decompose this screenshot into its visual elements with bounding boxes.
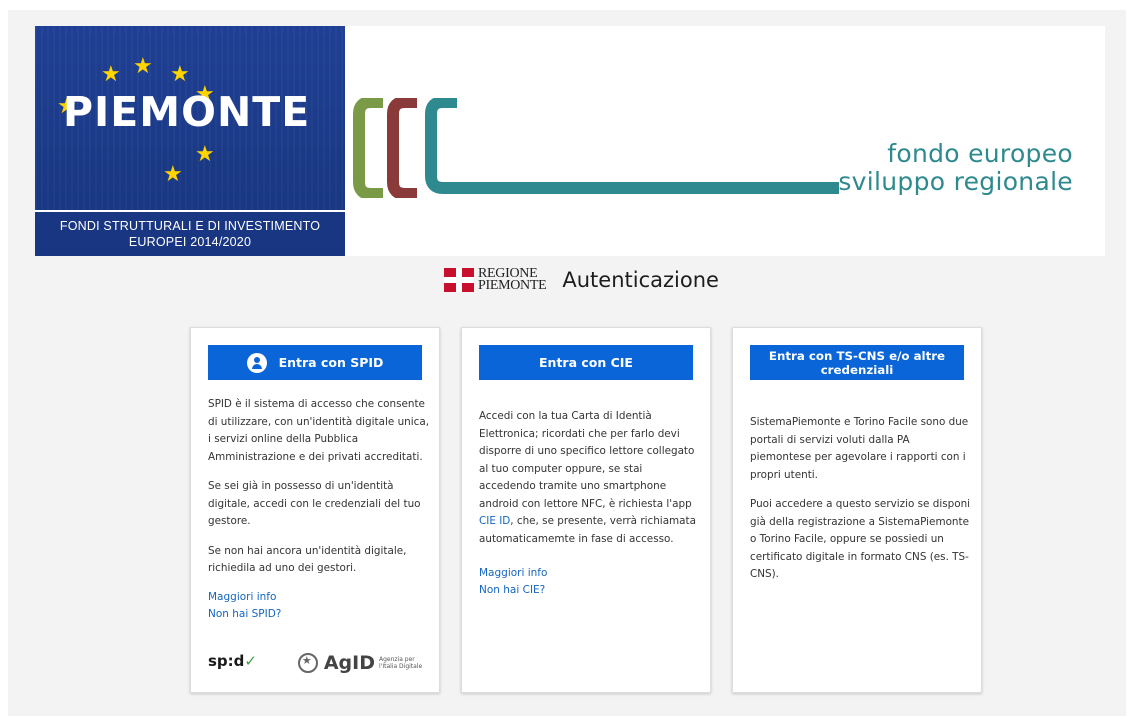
spid-card: Entra con SPID SPID è il sistema di acce… bbox=[190, 327, 440, 693]
star-icon: ★ bbox=[163, 162, 183, 187]
spid-links: Maggiori info Non hai SPID? bbox=[208, 589, 281, 623]
spid-paragraph-1: SPID è il sistema di accesso che consent… bbox=[208, 398, 430, 463]
cie-button-label: Entra con CIE bbox=[539, 355, 633, 370]
spid-button-label: Entra con SPID bbox=[278, 355, 384, 370]
cie-no-cie-link[interactable]: Non hai CIE? bbox=[479, 582, 547, 599]
tscns-paragraph-2: Puoi accedere a questo servizio se dispo… bbox=[750, 498, 971, 580]
user-icon bbox=[246, 352, 267, 373]
agid-wordmark: AgID bbox=[323, 652, 375, 674]
cie-text-before: Accedi con la tua Carta di Identià Elett… bbox=[479, 410, 695, 510]
agid-subtitle: Agenzia per l'Italia Digitale bbox=[379, 656, 423, 670]
fesr-logo-mark bbox=[353, 98, 839, 198]
tscns-button-label: Entra con TS-CNS e/o altre credenziali bbox=[768, 348, 946, 377]
title-row: REGIONE PIEMONTE Autenticazione bbox=[444, 263, 719, 297]
cie-description: Accedi con la tua Carta di Identià Elett… bbox=[479, 408, 701, 560]
check-icon: ✓ bbox=[244, 652, 257, 670]
star-icon: ★ bbox=[133, 54, 153, 79]
cie-paragraph-1: Accedi con la tua Carta di Identià Elett… bbox=[479, 408, 701, 548]
regione-line-2: PIEMONTE bbox=[478, 278, 547, 293]
fondi-line-1: FONDI STRUTTURALI E DI INVESTIMENTO bbox=[59, 219, 321, 233]
piemonte-fesr-logo: ★ ★ ★ ★ ★ ★ ★ PIEMONTE FONDI STRUTTURALI… bbox=[35, 26, 345, 256]
spid-login-button[interactable]: Entra con SPID bbox=[208, 345, 422, 380]
star-icon: ★ bbox=[170, 62, 190, 87]
cie-card: Entra con CIE Accedi con la tua Carta di… bbox=[461, 327, 711, 693]
tscns-description: SistemaPiemonte e Torino Facile sono due… bbox=[750, 414, 972, 596]
fesr-wordmark: fondo europeo sviluppo regionale bbox=[838, 140, 1073, 196]
page-title: Autenticazione bbox=[562, 268, 719, 292]
piemonte-wordmark: PIEMONTE bbox=[63, 88, 311, 136]
cie-id-app-link[interactable]: CIE ID bbox=[479, 515, 510, 527]
spid-description: SPID è il sistema di accesso che consent… bbox=[208, 396, 430, 590]
cie-more-info-link[interactable]: Maggiori info bbox=[479, 565, 547, 582]
regione-flag-icon bbox=[444, 268, 474, 292]
regione-piemonte-logo: REGIONE PIEMONTE bbox=[478, 267, 547, 293]
spid-no-spid-link[interactable]: Non hai SPID? bbox=[208, 606, 281, 623]
cie-links: Maggiori info Non hai CIE? bbox=[479, 565, 547, 599]
tscns-paragraph-1: SistemaPiemonte e Torino Facile sono due… bbox=[750, 416, 969, 481]
fesr-line-1: fondo europeo bbox=[887, 139, 1073, 168]
spid-paragraph-3: Se non hai ancora un'identità digitale, … bbox=[208, 544, 407, 575]
cie-login-button[interactable]: Entra con CIE bbox=[479, 345, 693, 380]
star-icon: ★ bbox=[195, 142, 215, 167]
star-icon: ★ bbox=[101, 62, 121, 87]
spid-logo: sp:d✓ bbox=[208, 652, 257, 670]
agid-emblem-icon bbox=[297, 653, 318, 673]
fesr-line-2: sviluppo regionale bbox=[838, 167, 1073, 196]
header-banner: ★ ★ ★ ★ ★ ★ ★ PIEMONTE FONDI STRUTTURALI… bbox=[35, 26, 1105, 256]
agid-logo: AgID Agenzia per l'Italia Digitale bbox=[297, 652, 423, 674]
cie-text-after: , che, se presente, verrà richiamata aut… bbox=[479, 515, 696, 545]
fondi-strutturali-label: FONDI STRUTTURALI E DI INVESTIMENTO EURO… bbox=[35, 210, 345, 256]
spid-paragraph-2: Se sei già in possesso di un'identità di… bbox=[208, 480, 421, 527]
fondi-line-2: EUROPEI 2014/2020 bbox=[128, 235, 252, 249]
tscns-card: Entra con TS-CNS e/o altre credenziali S… bbox=[732, 327, 982, 693]
spid-more-info-link[interactable]: Maggiori info bbox=[208, 589, 281, 606]
tscns-login-button[interactable]: Entra con TS-CNS e/o altre credenziali bbox=[750, 345, 964, 380]
spid-logo-text: sp:d bbox=[208, 652, 245, 670]
